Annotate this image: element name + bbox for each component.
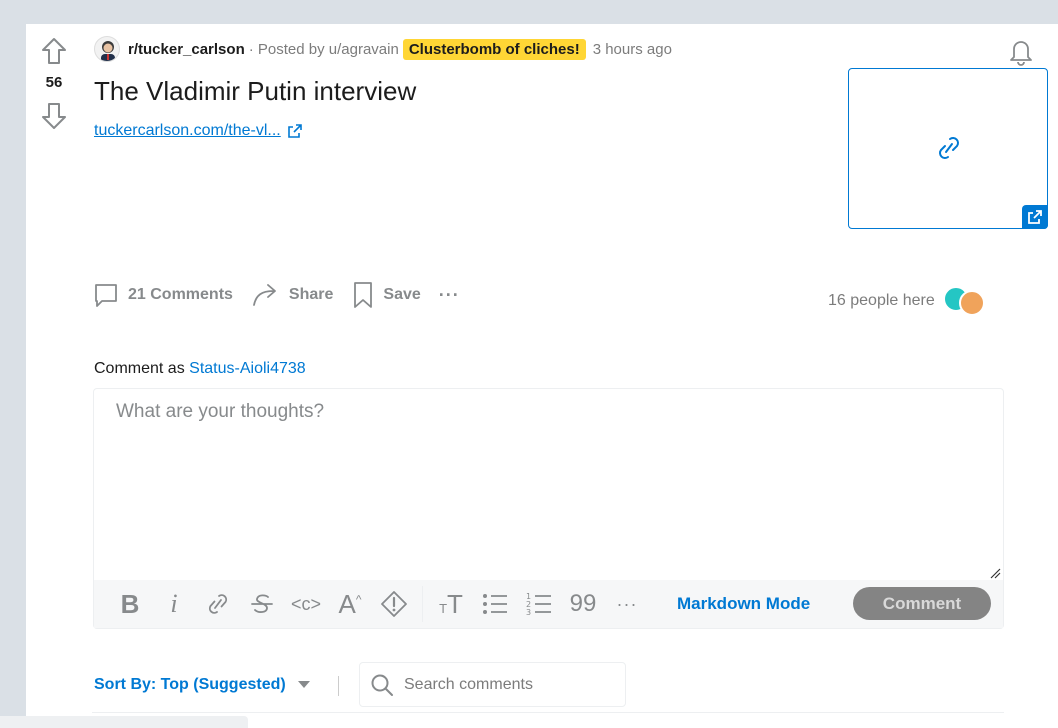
sort-dropdown[interactable]: Sort By: Top (Suggested) xyxy=(94,676,310,694)
comments-label: 21 Comments xyxy=(128,286,233,303)
comment-as-label: Comment as xyxy=(94,360,185,377)
spoiler-button[interactable] xyxy=(372,584,416,624)
share-icon xyxy=(253,284,276,306)
comment-search xyxy=(359,662,626,707)
inline-code-button[interactable]: <c> xyxy=(284,584,328,624)
superscript-button[interactable]: A^ xyxy=(328,584,372,624)
sort-label: Sort By: Top (Suggested) xyxy=(94,676,286,693)
more-options-button[interactable]: ··· xyxy=(439,285,460,306)
comment-textarea[interactable] xyxy=(94,389,1003,580)
strikethrough-icon xyxy=(251,594,273,613)
quote-button[interactable]: 99 xyxy=(561,584,605,624)
comment-icon xyxy=(95,284,117,307)
caret-down-icon xyxy=(297,681,310,688)
markdown-mode-toggle[interactable]: Markdown Mode xyxy=(677,594,810,614)
numbered-list-button[interactable]: 123 xyxy=(517,584,561,624)
share-button[interactable]: Share xyxy=(251,281,333,309)
italic-icon: i xyxy=(170,589,178,618)
subreddit-link[interactable]: r/tucker_carlson xyxy=(128,41,245,58)
more-icon: ··· xyxy=(438,284,460,305)
editor-toolbar: B i <c> A^ TT 1 2 3 99 ··· Markdown Mode… xyxy=(94,580,1003,628)
link-thumbnail[interactable] xyxy=(848,68,1048,229)
italic-button[interactable]: i xyxy=(152,584,196,624)
post-link-text[interactable]: tuckercarlson.com/the-vl... xyxy=(94,122,281,140)
post-meta: r/tucker_carlson · Posted by u/agravain … xyxy=(94,36,672,62)
comment-as-username[interactable]: Status-Aioli4738 xyxy=(189,360,306,377)
user-avatar xyxy=(958,290,985,316)
heading-button[interactable]: TT xyxy=(429,584,473,624)
quote-icon: 99 xyxy=(569,590,597,617)
search-comments-input[interactable] xyxy=(404,675,614,694)
post-actions: 21 Comments Share Save ··· xyxy=(92,280,460,310)
browser-status-bar xyxy=(0,716,248,728)
presence-avatars xyxy=(942,286,991,316)
strikethrough-button[interactable] xyxy=(240,584,284,624)
vote-score: 56 xyxy=(45,74,63,91)
link-icon xyxy=(939,137,959,159)
post-card: 56 r/tucker_carlson · Posted by u/agrava… xyxy=(26,24,1058,728)
save-label: Save xyxy=(383,286,421,303)
post-external-link[interactable]: tuckercarlson.com/the-vl... xyxy=(94,122,303,140)
comment-as-line: Comment as Status-Aioli4738 xyxy=(94,360,306,378)
notification-bell-button[interactable] xyxy=(1006,36,1036,66)
svg-text:3: 3 xyxy=(526,608,531,617)
bulleted-list-button[interactable] xyxy=(473,584,517,624)
bookmark-icon xyxy=(354,282,373,308)
post-age[interactable]: 3 hours ago xyxy=(593,41,672,58)
external-link-icon xyxy=(287,124,302,138)
downvote-button[interactable] xyxy=(39,101,69,131)
comments-button[interactable]: 21 Comments xyxy=(92,281,233,309)
post-title[interactable]: The Vladimir Putin interview xyxy=(94,76,416,107)
inline-code-icon: <c> xyxy=(290,593,322,614)
presence-indicator: 16 people here xyxy=(828,286,991,316)
search-icon xyxy=(371,674,393,696)
spoiler-icon xyxy=(381,591,407,617)
more-icon: ··· xyxy=(616,593,638,614)
share-label: Share xyxy=(288,286,334,303)
vote-column: 56 xyxy=(36,36,72,131)
comment-editor: B i <c> A^ TT xyxy=(93,388,1004,629)
divider xyxy=(338,676,339,696)
upvote-icon xyxy=(42,38,66,64)
upvote-button[interactable] xyxy=(39,36,69,66)
external-link-icon xyxy=(1028,210,1042,224)
link-button[interactable] xyxy=(196,584,240,624)
open-external-badge[interactable] xyxy=(1022,205,1048,229)
subreddit-avatar[interactable] xyxy=(94,36,120,62)
presence-text: 16 people here xyxy=(828,292,935,309)
toolbar-divider xyxy=(422,586,423,622)
bell-icon xyxy=(1010,41,1032,66)
heading-icon: TT xyxy=(439,588,463,619)
resize-grip-icon xyxy=(990,568,1001,579)
save-button[interactable]: Save xyxy=(351,280,421,310)
post-flair[interactable]: Clusterbomb of cliches! xyxy=(402,38,586,60)
bold-icon: B xyxy=(120,588,140,619)
comment-submit-button[interactable]: Comment xyxy=(853,587,991,620)
divider xyxy=(92,712,1004,713)
posted-by[interactable]: · Posted by u/agravain xyxy=(249,41,399,58)
numbered-list-icon: 123 xyxy=(526,592,551,617)
downvote-icon xyxy=(42,103,66,129)
superscript-icon: A^ xyxy=(338,588,362,619)
bulleted-list-icon xyxy=(483,594,507,614)
bold-button[interactable]: B xyxy=(108,584,152,624)
link-icon xyxy=(208,594,228,614)
more-formatting-button[interactable]: ··· xyxy=(605,584,649,624)
